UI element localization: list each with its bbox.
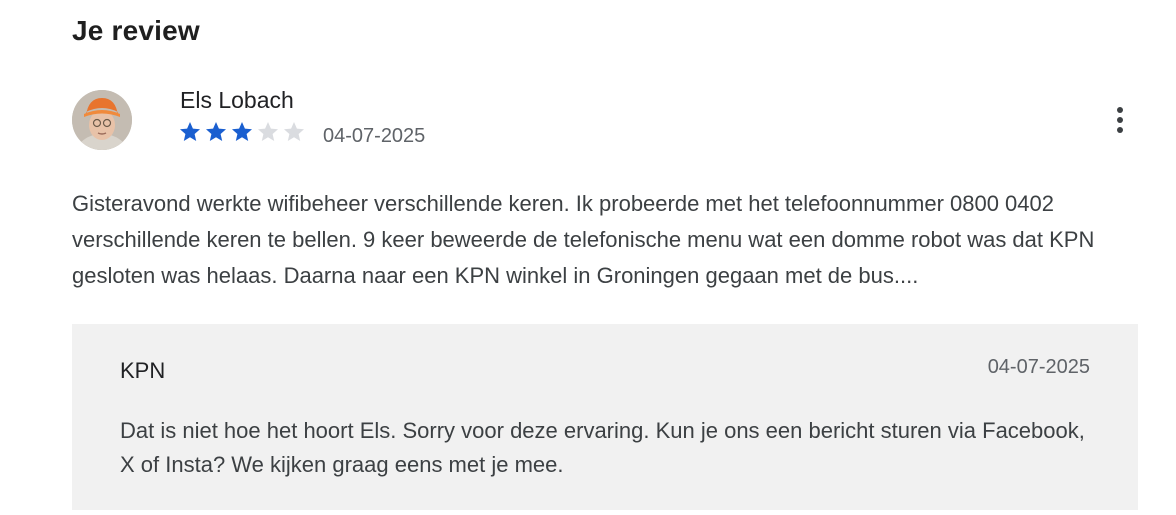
review-date: 04-07-2025 <box>323 125 426 147</box>
star-empty-icon <box>282 120 306 144</box>
more-options-button[interactable] <box>1104 102 1136 138</box>
star-filled-icon <box>178 120 202 144</box>
profile-photo-icon <box>72 90 132 150</box>
more-vert-icon-dot <box>1117 127 1123 133</box>
star-empty-icon <box>256 120 280 144</box>
reviewer-name: Els Lobach <box>180 87 294 113</box>
reply-date: 04-07-2025 <box>987 356 1090 378</box>
section-title: Je review <box>72 15 200 46</box>
star-filled-icon <box>204 120 228 144</box>
star-rating <box>178 120 306 144</box>
reply-text: Dat is niet hoe het hoort Els. Sorry voo… <box>120 418 1085 477</box>
developer-reply: KPN 04-07-2025 Dat is niet hoe het hoort… <box>72 324 1138 510</box>
avatar[interactable] <box>72 90 132 150</box>
more-vert-icon-dot <box>1117 117 1123 123</box>
review-text[interactable]: Gisteravond werkte wifibeheer verschille… <box>72 186 1142 294</box>
reply-author: KPN <box>120 358 166 383</box>
more-vert-icon <box>1117 107 1123 113</box>
star-filled-icon <box>230 120 254 144</box>
